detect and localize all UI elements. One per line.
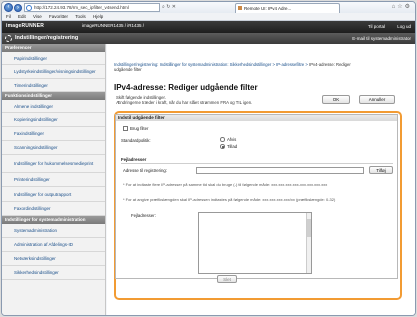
address-tools[interactable]: ⌕ ↻ ✕ [162,3,232,12]
window-icons[interactable]: ⌂☆⚙ [392,3,412,10]
sidebar-item-security[interactable]: Sikkerhedsindstillinger [2,266,105,280]
section-title: Indstillinger/registrering [15,35,79,41]
ie-icon [26,5,32,11]
section-header: Indstillinger/registrering E-mail til sy… [2,33,415,44]
policy-label: Standardpolitik: [121,138,151,143]
settings-gear-icon [5,35,12,42]
sidebar-section-functions: Funktionsindstillinger [2,92,105,100]
browser-tab[interactable]: Remote UI: IPv4 Adre... [235,3,340,13]
sidebar-section-preferences: Præferencer [2,44,105,52]
address-bar[interactable]: http://172.24.93.78/rm_sec_ipfilter_v4se… [24,3,160,12]
sidebar-item-scan[interactable]: Scanningsindstillinger [2,141,105,155]
breadcrumb: Indstillinger/registrering: Indstillinge… [114,62,354,72]
stop-icon[interactable]: ✕ [172,4,176,10]
sidebar-section-admin: Indstillinger for systemadministration [2,216,105,224]
star-icon[interactable]: ☆ [397,4,404,10]
page-header: imageRUNNER imageRUNNER1435 / iR1435 / T… [2,21,415,33]
main-content: Indstillinger/registrering: Indstillinge… [107,44,415,315]
sidebar-item-printer[interactable]: Printerindstillinger [2,173,105,187]
sidebar-item-timer[interactable]: Timerindstillinger [2,79,105,92]
add-button[interactable]: Tilføj [369,166,393,174]
forward-button[interactable]: › [14,3,22,12]
logout-link[interactable]: Log ud [397,24,411,29]
instructions: Skift følgende indstillinger. Ændringern… [116,95,252,105]
sidebar-item-general[interactable]: Almene indstillinger [2,100,105,113]
register-address-input[interactable] [196,167,364,174]
instruction-line-2: Ændringerne træder i kraft, når du har s… [116,100,253,105]
sidebar-item-memory-print[interactable]: Indstillinger for hukommelsesmedieprint [2,155,105,173]
gear-icon[interactable]: ⚙ [405,4,412,10]
menu-item-edit[interactable]: Edit [18,14,26,19]
sidebar-item-output-report[interactable]: Indstillinger for outputrapport [2,187,105,202]
breadcrumb-path[interactable]: Indstillinger/registrering: Indstillinge… [114,62,309,67]
policy-allow-label: Tillad [227,144,238,149]
hint-prefix: * For at angive præfikslængden skal IP-a… [123,197,336,202]
panel-title: Indstil udgående filter [116,115,397,121]
exceptions-list[interactable] [198,212,312,274]
policy-allow-radio[interactable] [220,144,225,149]
page-title: IPv4-adresse: Rediger udgående filter [114,83,258,92]
menu-item-tools[interactable]: Tools [75,14,86,19]
delete-button[interactable]: Slet [217,275,237,283]
exceptions-heading: Fejladresser [121,157,147,162]
address-text: http://172.24.93.78/rm_sec_ipfilter_v4se… [34,5,129,10]
menu-item-view[interactable]: Vise [33,14,42,19]
divider [121,163,393,164]
sidebar-item-volume-display[interactable]: Lydstyrkeindstillinger/visningsindstilli… [2,65,105,79]
menu-item-file[interactable]: Fil [6,14,11,19]
outbound-filter-panel: Indstil udgående filter Brug filter Stan… [115,114,398,279]
sidebar-item-fax[interactable]: Faxindstillinger [2,127,105,141]
portal-link[interactable]: Til portal [368,24,385,29]
refresh-icon[interactable]: ↻ [166,4,170,10]
model-name: imageRUNNER1435 / iR1435 / [82,23,145,28]
hint-range: * For at indtaste flere IP-adresser på s… [123,182,328,187]
tab-title: Remote UI: IPv4 Adre... [244,6,292,11]
sidebar-item-fax-receive[interactable]: Faxordindstillinger [2,202,105,216]
mail-admin-link[interactable]: E-mail til systemadministrator [352,36,411,41]
search-icon[interactable]: ⌕ [162,4,165,10]
sidebar-item-paper[interactable]: Papirindstillinger [2,52,105,65]
policy-reject-label: Afvis [227,137,237,142]
brand-logo: imageRUNNER [6,23,45,29]
back-button[interactable]: ‹ [4,3,13,12]
sidebar-item-network[interactable]: Netværksindstillinger [2,252,105,266]
use-filter-label: Brug filter [130,126,149,131]
ok-button[interactable]: OK [322,95,350,104]
tab-favicon-icon [238,6,242,10]
sidebar-item-copy[interactable]: Kopieringsindstillinger [2,113,105,127]
menu-item-help[interactable]: Hjelp [93,14,103,19]
exceptions-list-label: Fejladresser: [131,213,156,218]
sidebar: Præferencer Papirindstillinger Lydstyrke… [2,44,106,315]
register-address-label: Adresse til registrering: [123,168,167,173]
scrollbar-thumb[interactable] [307,219,311,237]
sidebar-item-system-admin[interactable]: Systemadministration [2,224,105,238]
sidebar-item-department-id[interactable]: Administration af Afdelings-ID [2,238,105,252]
browser-window: ‹ › http://172.24.93.78/rm_sec_ipfilter_… [1,1,416,316]
menu-bar: Fil Edit Vise Favoritter Tools Hjelp [2,13,415,21]
menu-item-favorites[interactable]: Favoritter [49,14,68,19]
cancel-button[interactable]: Annuller [359,95,395,104]
use-filter-checkbox[interactable] [123,126,128,131]
exceptions-scrollbar[interactable] [306,213,311,273]
policy-reject-radio[interactable] [220,137,225,142]
browser-toolbar: ‹ › http://172.24.93.78/rm_sec_ipfilter_… [2,2,415,13]
